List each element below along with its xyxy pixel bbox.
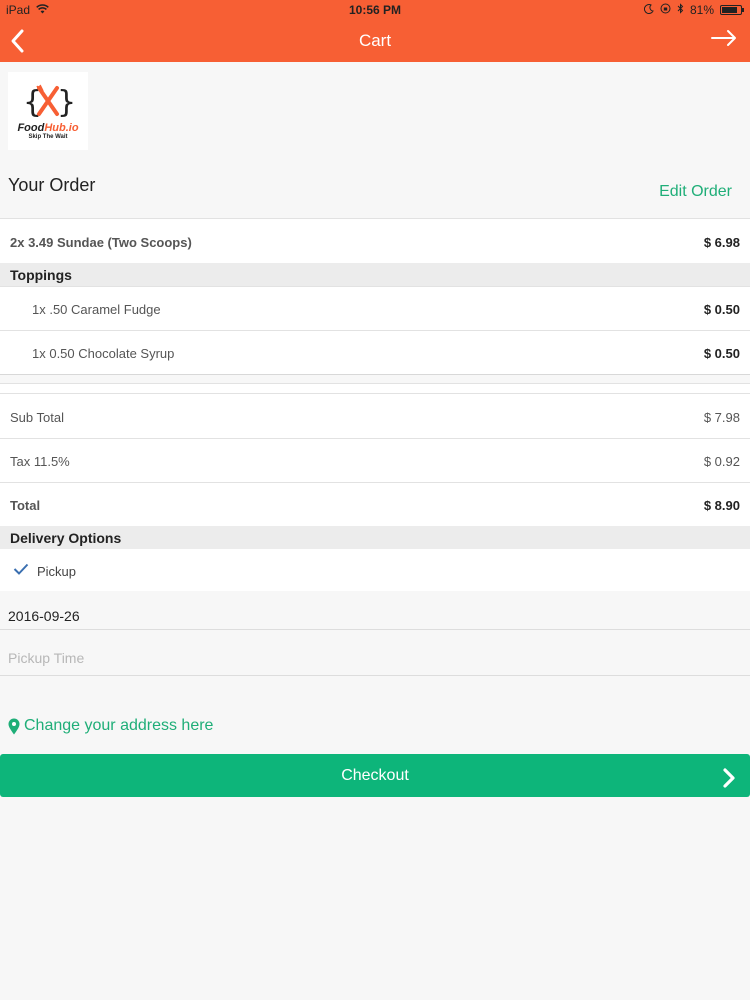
navigation-bar: iPad 10:56 PM 81% Cart xyxy=(0,0,750,62)
pickup-option[interactable]: Pickup xyxy=(0,549,750,591)
arrow-right-icon xyxy=(711,30,736,46)
pickup-label: Pickup xyxy=(37,564,77,579)
page-title: Cart xyxy=(358,31,392,50)
change-address-link[interactable]: Change your address here xyxy=(8,717,213,735)
status-bar: iPad 10:56 PM 81% xyxy=(0,0,750,20)
pickup-date-value: 2016-09-26 xyxy=(8,608,80,624)
tax-row: Tax 11.5% $ 0.92 xyxy=(0,438,750,482)
moon-icon xyxy=(643,3,654,17)
checkout-label: Checkout xyxy=(341,767,409,784)
divider xyxy=(0,383,750,393)
toppings-heading: Toppings xyxy=(0,263,750,286)
battery-percent: 81% xyxy=(689,3,714,17)
topping-label: 1x 0.50 Chocolate Syrup xyxy=(32,346,175,361)
change-address-label: Change your address here xyxy=(24,717,214,734)
order-item-row: 2x 3.49 Sundae (Two Scoops) $ 6.98 xyxy=(0,218,750,263)
orientation-lock-icon xyxy=(660,3,671,17)
logo-tagline: Skip The Wait xyxy=(28,134,68,140)
tax-label: Tax 11.5% xyxy=(10,454,70,469)
pickup-date-field[interactable]: 2016-09-26 xyxy=(0,593,750,630)
delivery-options-heading: Delivery Options xyxy=(0,526,750,549)
item-label: 2x 3.49 Sundae (Two Scoops) xyxy=(10,235,192,250)
map-pin-icon xyxy=(8,718,20,734)
forward-button[interactable] xyxy=(710,28,740,52)
subtotal-row: Sub Total $ 7.98 xyxy=(0,393,750,438)
total-value: $ 8.90 xyxy=(703,498,740,513)
fork-knife-logo-icon: { } xyxy=(23,84,75,120)
topping-row: 1x .50 Caramel Fudge $ 0.50 xyxy=(0,286,750,330)
subtotal-label: Sub Total xyxy=(10,410,64,425)
edit-order-link[interactable]: Edit Order xyxy=(659,183,732,201)
order-heading: Your Order xyxy=(8,175,96,195)
checkmark-icon xyxy=(13,563,29,575)
checkout-button[interactable]: Checkout xyxy=(0,754,750,797)
topping-label: 1x .50 Caramel Fudge xyxy=(32,302,161,317)
total-row: Total $ 8.90 xyxy=(0,482,750,526)
svg-text:}: } xyxy=(57,85,75,120)
total-label: Total xyxy=(10,498,41,513)
logo-brand: FoodHub.io xyxy=(17,122,79,134)
status-time: 10:56 PM xyxy=(348,3,402,17)
tax-value: $ 0.92 xyxy=(703,454,740,469)
subtotal-value: $ 7.98 xyxy=(703,410,740,425)
battery-icon xyxy=(720,5,744,15)
item-price: $ 6.98 xyxy=(703,235,740,250)
pickup-time-input[interactable] xyxy=(8,650,708,666)
bluetooth-icon xyxy=(677,3,684,17)
topping-price: $ 0.50 xyxy=(703,302,740,317)
topping-price: $ 0.50 xyxy=(703,346,740,361)
restaurant-logo: { } FoodHub.io Skip The Wait xyxy=(8,72,88,150)
chevron-right-icon xyxy=(723,768,735,788)
pickup-time-row xyxy=(0,632,750,676)
topping-row: 1x 0.50 Chocolate Syrup $ 0.50 xyxy=(0,330,750,375)
